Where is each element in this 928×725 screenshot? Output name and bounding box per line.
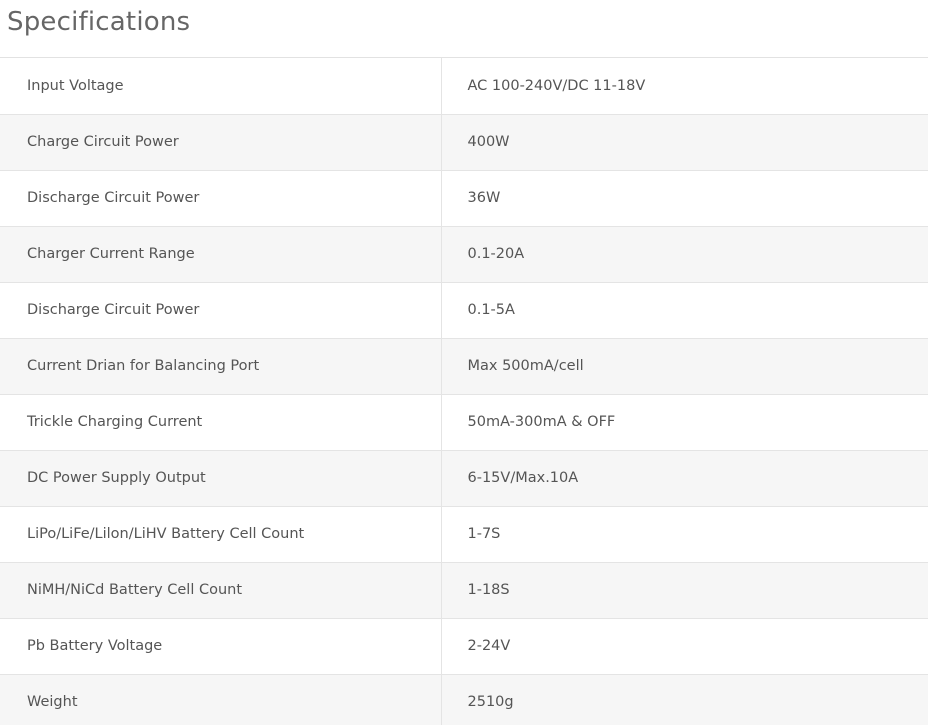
spec-label: Trickle Charging Current [0, 394, 442, 451]
spec-value: 6-15V/Max.10A [441, 450, 928, 507]
specifications-page: Specifications Input Voltage AC 100-240V… [0, 0, 928, 725]
table-row: Pb Battery Voltage 2-24V [0, 618, 928, 675]
table-row: Weight 2510g [0, 674, 928, 725]
table-row: LiPo/LiFe/Lilon/LiHV Battery Cell Count … [0, 506, 928, 563]
spec-value: 0.1-20A [441, 226, 928, 283]
spec-label: Current Drian for Balancing Port [0, 338, 442, 395]
table-row: DC Power Supply Output 6-15V/Max.10A [0, 450, 928, 507]
spec-value: 0.1-5A [441, 282, 928, 339]
table-row: Charge Circuit Power 400W [0, 114, 928, 171]
spec-value: 36W [441, 170, 928, 227]
spec-value: 1-7S [441, 506, 928, 563]
spec-label: Input Voltage [0, 58, 442, 115]
table-row: Charger Current Range 0.1-20A [0, 226, 928, 283]
spec-label: Charge Circuit Power [0, 114, 442, 171]
table-row: Discharge Circuit Power 0.1-5A [0, 282, 928, 339]
spec-label: Pb Battery Voltage [0, 618, 442, 675]
spec-label: Weight [0, 674, 442, 725]
spec-value: 2510g [441, 674, 928, 725]
table-row: Trickle Charging Current 50mA-300mA & OF… [0, 394, 928, 451]
table-row: Input Voltage AC 100-240V/DC 11-18V [0, 58, 928, 115]
spec-value: 400W [441, 114, 928, 171]
table-row: Current Drian for Balancing Port Max 500… [0, 338, 928, 395]
spec-label: DC Power Supply Output [0, 450, 442, 507]
spec-value: Max 500mA/cell [441, 338, 928, 395]
spec-value: 1-18S [441, 562, 928, 619]
specifications-table: Input Voltage AC 100-240V/DC 11-18V Char… [0, 58, 928, 725]
title-bar: Specifications [0, 0, 928, 58]
table-row: Discharge Circuit Power 36W [0, 170, 928, 227]
table-row: NiMH/NiCd Battery Cell Count 1-18S [0, 562, 928, 619]
spec-value: 2-24V [441, 618, 928, 675]
spec-value: 50mA-300mA & OFF [441, 394, 928, 451]
spec-label: LiPo/LiFe/Lilon/LiHV Battery Cell Count [0, 506, 442, 563]
page-title: Specifications [7, 7, 191, 37]
spec-value: AC 100-240V/DC 11-18V [441, 58, 928, 115]
spec-label: Discharge Circuit Power [0, 282, 442, 339]
spec-label: NiMH/NiCd Battery Cell Count [0, 562, 442, 619]
spec-label: Discharge Circuit Power [0, 170, 442, 227]
spec-label: Charger Current Range [0, 226, 442, 283]
